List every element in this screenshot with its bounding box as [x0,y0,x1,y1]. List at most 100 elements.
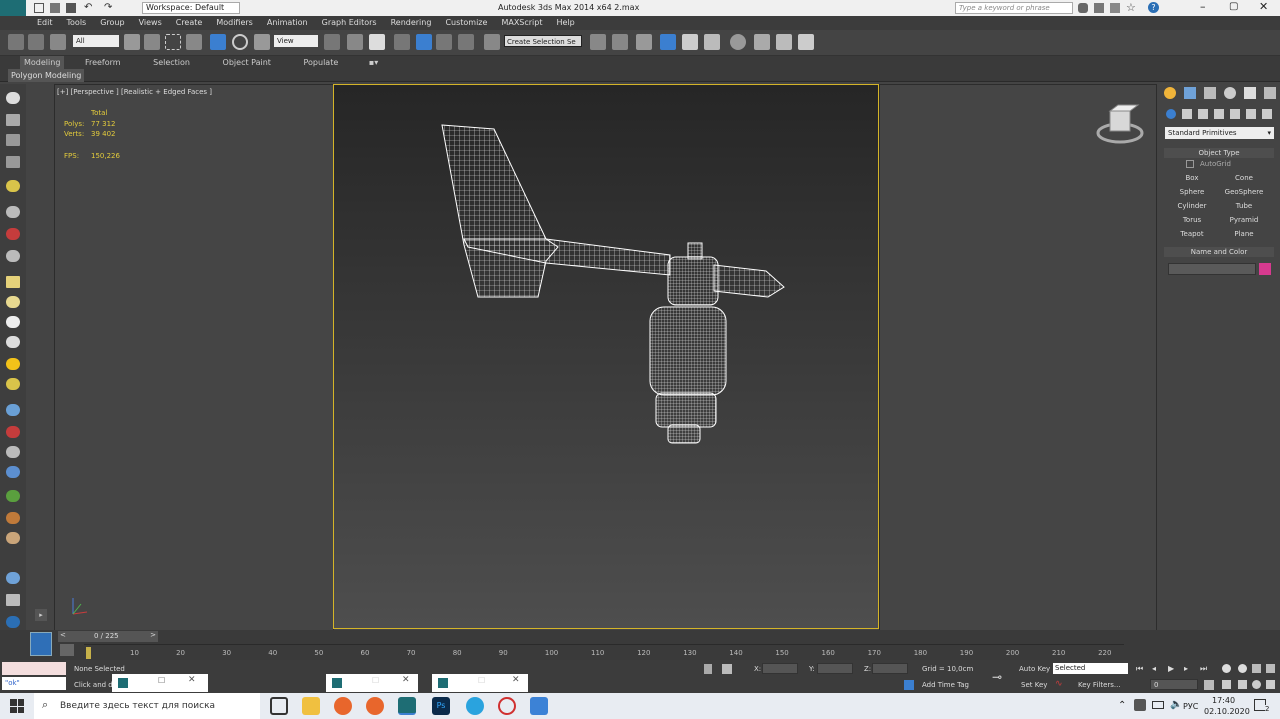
communication-icon[interactable] [1110,3,1120,13]
cameras-category-icon[interactable] [1214,109,1224,119]
minimized-window-3[interactable]: ☐ ✕ [432,674,528,692]
add-time-tag-label[interactable]: Add Time Tag [922,681,969,689]
subscription-icon[interactable] [1094,3,1104,13]
track-bar[interactable]: 10 20 30 40 50 60 70 80 90 100 110 120 130 140 150 160 1… [84,644,1124,660]
primitive-type-dropdown[interactable]: Standard Primitives ▾ [1165,127,1274,139]
rendered-frame-window-icon[interactable] [776,34,792,50]
render-production-icon[interactable] [798,34,814,50]
menu-group[interactable]: Group [93,16,131,30]
render-setup-icon[interactable] [754,34,770,50]
torus-button[interactable]: Torus [1168,214,1216,226]
tool-box-icon[interactable] [6,114,20,126]
time-configuration-icon[interactable] [1204,680,1214,690]
material-editor-icon[interactable] [730,34,746,50]
3dsmax-taskbar-icon[interactable] [398,697,416,715]
selection-filter-dropdown[interactable]: All [73,35,119,47]
lights-category-icon[interactable] [1198,109,1208,119]
absolute-mode-icon[interactable] [722,664,732,674]
ribbon-tab-selection[interactable]: Selection [153,56,190,69]
viewport-right-area[interactable] [879,84,1157,632]
menu-edit[interactable]: Edit [30,16,60,30]
tool-sphere-icon[interactable] [6,296,20,308]
menu-graph-editors[interactable]: Graph Editors [315,16,384,30]
mini-curve-editor-icon[interactable] [60,644,74,656]
ribbon-polygon-modeling[interactable]: Polygon Modeling [8,69,85,82]
panel-tab-motion-icon[interactable] [1224,87,1236,99]
goto-end-icon[interactable]: ⏭ [1200,664,1207,674]
tool-ball-icon[interactable] [6,572,20,584]
align-icon[interactable] [612,34,628,50]
field-of-view-icon[interactable] [1222,680,1231,689]
select-by-name-icon[interactable] [144,34,160,50]
battery-icon[interactable] [1152,701,1164,709]
orbit-icon[interactable] [1252,680,1261,689]
ribbon-toggle-icon[interactable] [660,34,676,50]
select-and-manipulate-icon[interactable] [347,34,363,50]
tool-layer-icon[interactable] [6,134,20,146]
redo-icon[interactable]: ↷ [104,2,112,13]
window-restore-icon[interactable]: ☐ [158,676,165,685]
file-explorer-icon[interactable] [302,697,320,715]
tool-sun-icon[interactable] [6,358,20,370]
select-and-rotate-icon[interactable] [232,34,248,50]
minimize-icon[interactable]: – [1200,0,1206,13]
z-coordinate-field[interactable] [872,663,908,674]
help-search-input[interactable]: Type a keyword or phrase [955,2,1073,14]
pyramid-button[interactable]: Pyramid [1220,214,1268,226]
tool-tree-icon[interactable] [6,490,20,502]
tool-torus-icon[interactable] [6,316,20,328]
zoom-icon[interactable] [1222,664,1231,673]
window-restore-icon[interactable]: ☐ [478,676,485,685]
undo-icon[interactable]: ↶ [84,2,92,13]
tool-plane-icon[interactable] [6,250,20,262]
cylinder-button[interactable]: Cylinder [1168,200,1216,212]
keyboard-shortcut-override-icon[interactable] [369,34,385,50]
select-and-move-icon[interactable] [210,34,226,50]
clock-date[interactable]: 02.10.2020 [1204,707,1250,716]
viewcube-icon[interactable] [1094,103,1148,149]
set-key-button[interactable]: Set Key [1021,681,1047,689]
telegram-icon[interactable] [466,697,484,715]
percent-snap-icon[interactable] [436,34,452,50]
zoom-extents-all-icon[interactable] [1266,664,1275,673]
default-tangent-icon[interactable]: ∿ [1055,679,1067,691]
tool-grid-icon[interactable] [6,156,20,168]
viewport-layout-tab[interactable] [30,632,52,656]
viewport-expand-arrow-icon[interactable]: ▸ [35,609,47,621]
set-key-mode-icon[interactable]: ⊸ [992,670,1002,684]
named-selection-sets-dropdown[interactable]: Create Selection Se [504,35,582,47]
firefox-dev-icon[interactable] [366,697,384,715]
goto-start-icon[interactable]: ⏮ [1136,664,1143,674]
panel-tab-create-icon[interactable] [1164,87,1176,99]
firefox-icon[interactable] [334,697,352,715]
time-slider-next-icon[interactable]: > [150,631,156,639]
tube-button[interactable]: Tube [1220,200,1268,212]
network-icon[interactable] [1134,699,1146,711]
previous-frame-icon[interactable]: ◂ [1152,664,1156,673]
menu-create[interactable]: Create [169,16,210,30]
object-color-swatch[interactable] [1259,263,1271,275]
minimized-window-2[interactable]: ☐ ✕ [326,674,418,692]
workspace-dropdown[interactable]: Workspace: Default [142,2,240,14]
tool-globe-icon[interactable] [6,466,20,478]
edit-named-selection-icon[interactable] [484,34,500,50]
pivot-center-icon[interactable] [324,34,340,50]
people-icon[interactable]: ⌃ [1118,700,1126,711]
menu-help[interactable]: Help [550,16,582,30]
time-slider[interactable]: < 0 / 225 > [58,631,158,642]
add-time-tag-icon[interactable] [904,680,914,690]
play-icon[interactable]: ▶ [1168,664,1174,673]
panel-tab-display-icon[interactable] [1244,87,1256,99]
layer-manager-icon[interactable] [636,34,652,50]
bind-to-space-warp-icon[interactable] [50,34,66,50]
sphere-button[interactable]: Sphere [1168,186,1216,198]
key-selection-dropdown[interactable]: Selected [1053,663,1128,674]
box-button[interactable]: Box [1168,172,1216,184]
favorites-star-icon[interactable]: ☆ [1126,1,1136,14]
ribbon-options-icon[interactable]: ▪▾ [369,56,378,69]
plane-button[interactable]: Plane [1220,228,1268,240]
ribbon-tab-freeform[interactable]: Freeform [85,56,121,69]
select-object-icon[interactable] [124,34,140,50]
close-icon[interactable]: ✕ [1259,0,1268,13]
teapot-button[interactable]: Teapot [1168,228,1216,240]
